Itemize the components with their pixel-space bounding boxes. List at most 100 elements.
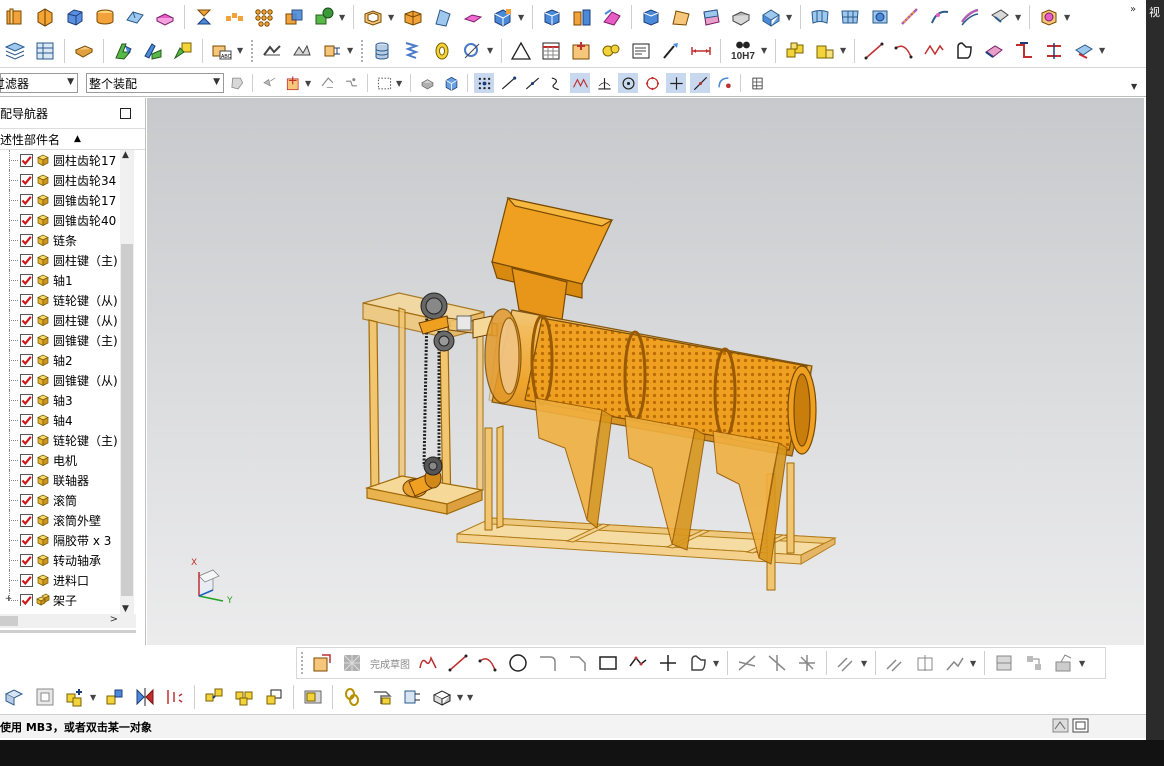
chamfer-icon[interactable] [289,38,315,64]
mirror-icon[interactable] [191,4,217,30]
relations-icon[interactable] [1051,650,1077,676]
visibility-checkbox[interactable] [20,233,33,247]
dropdown-arrow[interactable]: ▼ [840,46,848,55]
circle-icon[interactable] [505,650,531,676]
chamfer-icon[interactable] [565,650,591,676]
wrap-icon[interactable] [638,4,664,30]
line-icon[interactable] [861,38,887,64]
face-select-icon[interactable] [317,73,337,93]
offset-icon[interactable] [400,4,426,30]
polygon-icon[interactable] [625,650,651,676]
visibility-checkbox[interactable] [20,393,33,407]
solid-icon[interactable] [2,4,28,30]
grid-table-icon[interactable] [538,38,564,64]
selection-scope-select[interactable]: 整个装配 ▼ [86,73,224,93]
tree-item[interactable]: 圆锥键（主) [0,330,120,350]
dropdown-arrow[interactable]: ▼ [970,659,978,668]
cube-view-icon[interactable] [441,73,461,93]
profile-icon[interactable] [415,650,441,676]
coil-spring-icon[interactable] [399,38,425,64]
tree-item[interactable]: 链轮键（从) [0,290,120,310]
exploded-view-icon[interactable] [162,684,188,710]
dimension-icon[interactable] [942,650,968,676]
dropdown-arrow[interactable]: ▼ [1079,659,1087,668]
face-icon[interactable] [599,4,625,30]
add-component-icon[interactable] [2,684,28,710]
block-icon[interactable] [62,4,88,30]
layers-stack-icon[interactable] [2,38,28,64]
pattern-icon[interactable] [882,650,908,676]
dropdown-arrow[interactable]: ▼ [396,79,404,88]
visibility-checkbox[interactable] [20,433,33,447]
styled-icon[interactable] [897,4,923,30]
swept-icon[interactable] [957,4,983,30]
dropdown-arrow[interactable]: ▼ [1064,13,1072,22]
tree-item[interactable]: 转动轴承 [0,550,120,570]
polygon-icon[interactable] [951,38,977,64]
visibility-checkbox[interactable] [20,473,33,487]
boolean-icon[interactable] [281,4,307,30]
arrangement-icon[interactable] [231,684,257,710]
tree-item[interactable]: 圆柱齿轮34 [0,170,120,190]
dropdown-arrow[interactable]: ▼ [457,693,465,702]
tangent-icon[interactable] [690,73,710,93]
bend-icon[interactable] [1011,38,1037,64]
flange-icon[interactable] [987,4,1013,30]
selection-bar-overflow-button[interactable]: ▼ [1131,82,1137,91]
visibility-checkbox[interactable] [20,513,33,527]
dropdown-arrow[interactable]: ▼ [786,13,794,22]
triangle-icon[interactable] [508,38,534,64]
selection-filter-icon[interactable] [1052,717,1069,734]
point-icon[interactable] [655,650,681,676]
visibility-checkbox[interactable] [20,573,33,587]
cut-view-icon[interactable] [1036,4,1062,30]
finish-sketch-icon[interactable] [339,650,365,676]
dropdown-arrow[interactable]: ▼ [388,13,396,22]
midpoint-icon[interactable] [522,73,542,93]
unbend-icon[interactable] [1041,38,1067,64]
note-icon[interactable] [628,38,654,64]
box-select-icon[interactable] [374,73,394,93]
dots-pattern-icon[interactable] [251,4,277,30]
table-icon[interactable] [32,38,58,64]
tree-item[interactable]: 隔胶带 x 3 [0,530,120,550]
paint-icon[interactable] [658,38,684,64]
mirror-icon[interactable] [912,650,938,676]
bridge-icon[interactable] [927,4,953,30]
component-icon[interactable] [812,38,838,64]
dropdown-arrow[interactable]: ▼ [1099,46,1107,55]
parts-icon[interactable] [170,38,196,64]
visibility-checkbox[interactable] [20,413,33,427]
sketch-gear-icon[interactable] [110,38,136,64]
tree-item[interactable]: 进料口 [0,570,120,590]
sort-ascending-icon[interactable]: ▲ [74,134,81,144]
tree-item[interactable]: 轴3 [0,390,120,410]
side-strip-label[interactable]: 视 [1149,4,1160,20]
new-component-icon[interactable] [32,684,58,710]
scroll-thumb[interactable] [121,244,133,596]
grid-surface-icon[interactable] [837,4,863,30]
fillet-curve-icon[interactable] [981,38,1007,64]
component-icon[interactable] [782,38,808,64]
spring-icon[interactable] [71,38,97,64]
dropdown-arrow[interactable]: ▼ [713,659,721,668]
tree-item[interactable]: 滚筒 [0,490,120,510]
revolve-icon[interactable] [122,4,148,30]
abc-icon[interactable]: ABC [209,38,235,64]
display-constraint-icon[interactable] [1021,650,1047,676]
studio-icon[interactable] [867,4,893,30]
visibility-checkbox[interactable] [20,453,33,467]
navigator-vertical-scrollbar[interactable]: ▲ ▼ [120,150,134,614]
tree-item[interactable]: 链条 [0,230,120,250]
visibility-checkbox[interactable] [20,213,33,227]
tree-item[interactable]: 链轮键（主) [0,430,120,450]
studio-spline-icon[interactable] [685,650,711,676]
thread-icon[interactable]: 10H7 [727,38,759,64]
tree-item[interactable]: 圆柱键（从) [0,310,120,330]
cube-icon[interactable] [32,4,58,30]
visibility-checkbox[interactable] [20,533,33,547]
check-clearance-icon[interactable] [399,684,425,710]
layers-icon[interactable] [569,4,595,30]
scroll-up-icon[interactable]: ▲ [122,150,129,160]
sheet-icon[interactable] [668,4,694,30]
